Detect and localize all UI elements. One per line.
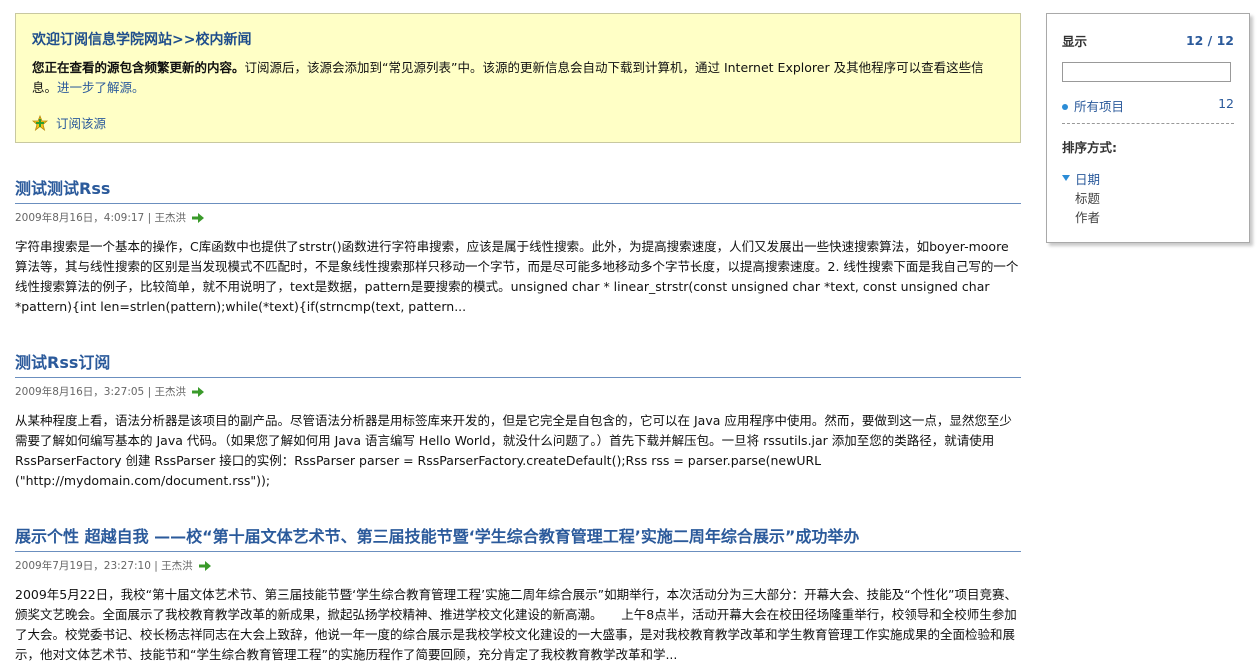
sort-option-label: 日期 — [1075, 172, 1101, 187]
feed-main: 欢迎订阅信息学院网站>>校内新闻 您正在查看的源包含频繁更新的内容。订阅源后，该… — [15, 13, 1021, 665]
all-items-filter[interactable]: 所有项目 12 — [1062, 96, 1234, 124]
all-items-count: 12 — [1218, 96, 1234, 111]
green-arrow-icon[interactable] — [191, 212, 205, 224]
all-items-label: 所有项目 — [1074, 99, 1125, 114]
filter-sidebar: 显示 12 / 12 所有项目 12 排序方式: 日期 标题 作者 — [1046, 13, 1250, 243]
display-row: 显示 12 / 12 — [1062, 31, 1234, 50]
sort-by-title[interactable]: 标题 — [1062, 189, 1234, 208]
subscribe-link[interactable]: 订阅该源 — [32, 113, 1004, 132]
sort-options: 日期 标题 作者 — [1062, 170, 1234, 227]
feed-item-title[interactable]: 测试Rss订阅 — [15, 349, 1021, 378]
bullet-dot-icon — [1062, 103, 1068, 110]
banner-title: 欢迎订阅信息学院网站>>校内新闻 — [32, 32, 252, 48]
sort-by-date[interactable]: 日期 — [1062, 170, 1234, 189]
sort-title: 排序方式: — [1062, 140, 1117, 155]
display-label: 显示 — [1062, 34, 1088, 49]
feed-item: 测试测试Rss 2009年8月16日，4:09:17 | 王杰洪 字符串搜索是一… — [15, 175, 1021, 317]
sort-option-label: 作者 — [1075, 210, 1101, 225]
subscribe-label: 订阅该源 — [56, 116, 107, 131]
feed-item-date-author: 2009年8月16日，3:27:05 | 王杰洪 — [15, 386, 186, 398]
feed-item-meta: 2009年8月16日，4:09:17 | 王杰洪 — [15, 210, 1021, 225]
feed-item: 测试Rss订阅 2009年8月16日，3:27:05 | 王杰洪 从某种程度上看… — [15, 349, 1021, 491]
triangle-down-icon — [1062, 175, 1070, 181]
feed-item-title[interactable]: 展示个性 超越自我 ——校“第十届文体艺术节、第三届技能节暨‘学生综合教育管理工… — [15, 523, 1021, 552]
feed-item-date-author: 2009年7月19日，23:27:10 | 王杰洪 — [15, 560, 193, 572]
feed-banner: 欢迎订阅信息学院网站>>校内新闻 您正在查看的源包含频繁更新的内容。订阅源后，该… — [15, 13, 1021, 143]
feed-item-desc: 2009年5月22日，我校“第十届文体艺术节、第三届技能节暨‘学生综合教育管理工… — [15, 587, 1018, 662]
feed-item-date-author: 2009年8月16日，4:09:17 | 王杰洪 — [15, 212, 186, 224]
filter-input[interactable] — [1062, 62, 1231, 82]
feed-item-title[interactable]: 测试测试Rss — [15, 175, 1021, 204]
banner-body: 您正在查看的源包含频繁更新的内容。订阅源后，该源会添加到“常见源列表”中。该源的… — [32, 58, 1004, 98]
display-count: 12 / 12 — [1185, 33, 1234, 48]
banner-bold-text: 您正在查看的源包含频繁更新的内容。 — [32, 60, 245, 75]
star-plus-icon — [32, 114, 48, 131]
green-arrow-icon[interactable] — [191, 386, 205, 398]
feed-item-desc: 从某种程度上看，语法分析器是该项目的副产品。尽管语法分析器是用标签库来开发的，但… — [15, 413, 1012, 488]
feed-item-meta: 2009年8月16日，3:27:05 | 王杰洪 — [15, 384, 1021, 399]
feed-item: 展示个性 超越自我 ——校“第十届文体艺术节、第三届技能节暨‘学生综合教育管理工… — [15, 523, 1021, 665]
sort-option-label: 标题 — [1075, 191, 1101, 206]
all-items-label-wrap: 所有项目 — [1062, 96, 1124, 115]
sort-by-author[interactable]: 作者 — [1062, 208, 1234, 227]
green-arrow-icon[interactable] — [198, 560, 212, 572]
feed-item-meta: 2009年7月19日，23:27:10 | 王杰洪 — [15, 558, 1021, 573]
learn-more-link[interactable]: 进一步了解源。 — [57, 80, 145, 95]
feed-item-desc: 字符串搜索是一个基本的操作，C库函数中也提供了strstr()函数进行字符串搜索… — [15, 239, 1019, 314]
